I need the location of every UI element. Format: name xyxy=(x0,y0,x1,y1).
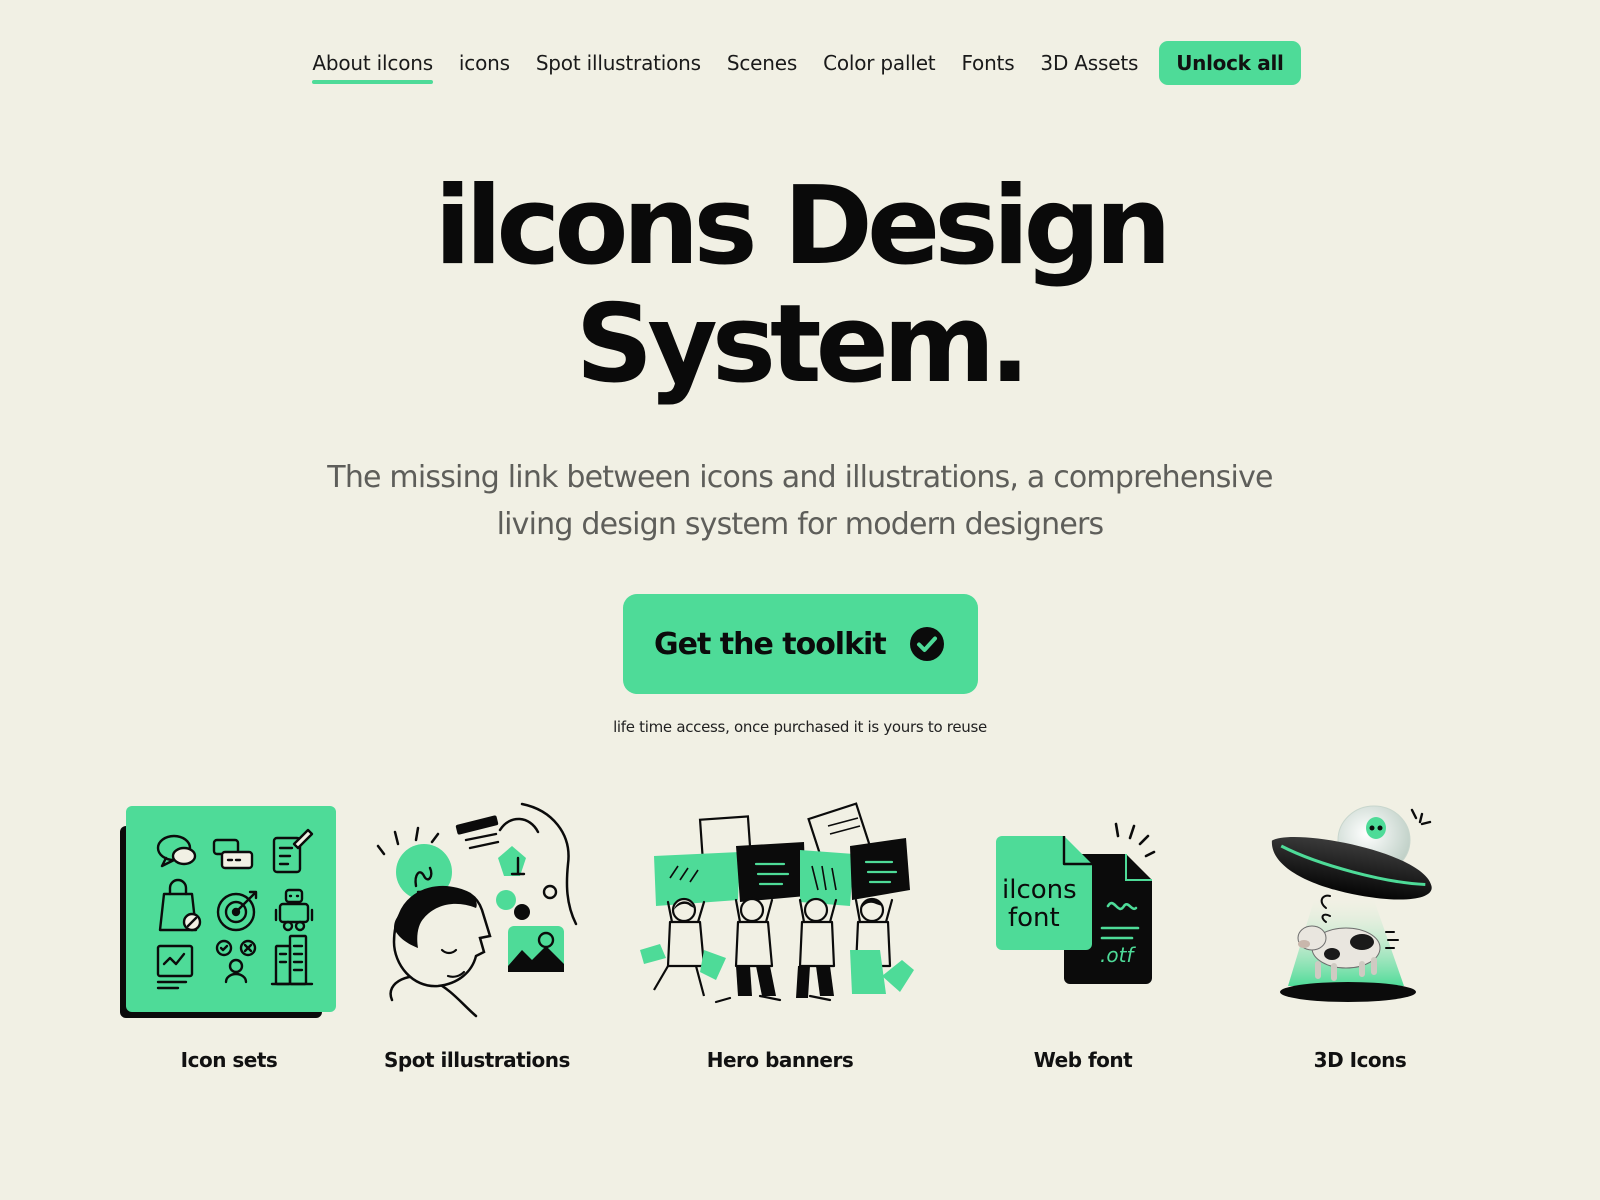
icon-sets-illustration xyxy=(120,806,336,1018)
nav-item-3d-assets[interactable]: 3D Assets xyxy=(1027,40,1151,86)
landing-page: About ilcons icons Spot illustrations Sc… xyxy=(0,0,1600,1200)
card-text-font: font xyxy=(1008,903,1060,933)
nav-item-scenes[interactable]: Scenes xyxy=(714,40,810,86)
hero-banner-illustration xyxy=(640,802,914,1004)
hero-subtitle: The missing link between icons and illus… xyxy=(0,454,1600,548)
web-font-illustration: .otf ilcons font xyxy=(996,822,1156,984)
lifetime-access-note: life time access, once purchased it is y… xyxy=(613,718,987,736)
check-circle-icon xyxy=(910,627,944,661)
spot-illustration xyxy=(376,802,578,1018)
hero-title-line-2: System. xyxy=(575,282,1031,407)
feature-label-icon-sets: Icon sets xyxy=(180,1048,278,1072)
feature-label-3d-icons: 3D Icons xyxy=(1313,1048,1407,1072)
ufo-3d-illustration xyxy=(1271,805,1432,1002)
unlock-all-button[interactable]: Unlock all xyxy=(1159,41,1301,85)
get-toolkit-label: Get the toolkit xyxy=(654,626,887,662)
nav-item-fonts[interactable]: Fonts xyxy=(948,40,1027,86)
nav-item-color-pallet[interactable]: Color pallet xyxy=(810,40,948,86)
feature-spot-illustrations[interactable]: Spot illustrations xyxy=(372,800,582,1080)
nav-item-about[interactable]: About ilcons xyxy=(299,40,446,86)
card-text-ilcons: ilcons xyxy=(1002,875,1077,905)
feature-hero-banners[interactable]: Hero banners xyxy=(640,800,920,1080)
feature-web-font[interactable]: .otf ilcons font Web font xyxy=(990,800,1176,1080)
feature-label-web-font: Web font xyxy=(1033,1048,1133,1072)
file-ext-text: .otf xyxy=(1100,943,1136,967)
nav-item-spot-illustrations[interactable]: Spot illustrations xyxy=(523,40,714,86)
hero-subtitle-line-2: living design system for modern designer… xyxy=(496,507,1105,542)
hero-subtitle-line-1: The missing link between icons and illus… xyxy=(327,460,1273,495)
feature-3d-icons[interactable]: 3D Icons xyxy=(1270,800,1450,1080)
nav-item-icons[interactable]: icons xyxy=(446,40,523,86)
top-nav: About ilcons icons Spot illustrations Sc… xyxy=(0,40,1600,86)
feature-icon-sets[interactable]: Icon sets xyxy=(118,800,340,1080)
get-toolkit-button[interactable]: Get the toolkit xyxy=(623,594,978,694)
feature-label-hero-banners: Hero banners xyxy=(706,1048,854,1072)
feature-label-spot-illustrations: Spot illustrations xyxy=(384,1048,570,1072)
hero-title-line-1: ilcons Design xyxy=(434,164,1171,289)
hero-title: ilcons Design System. xyxy=(0,168,1600,404)
